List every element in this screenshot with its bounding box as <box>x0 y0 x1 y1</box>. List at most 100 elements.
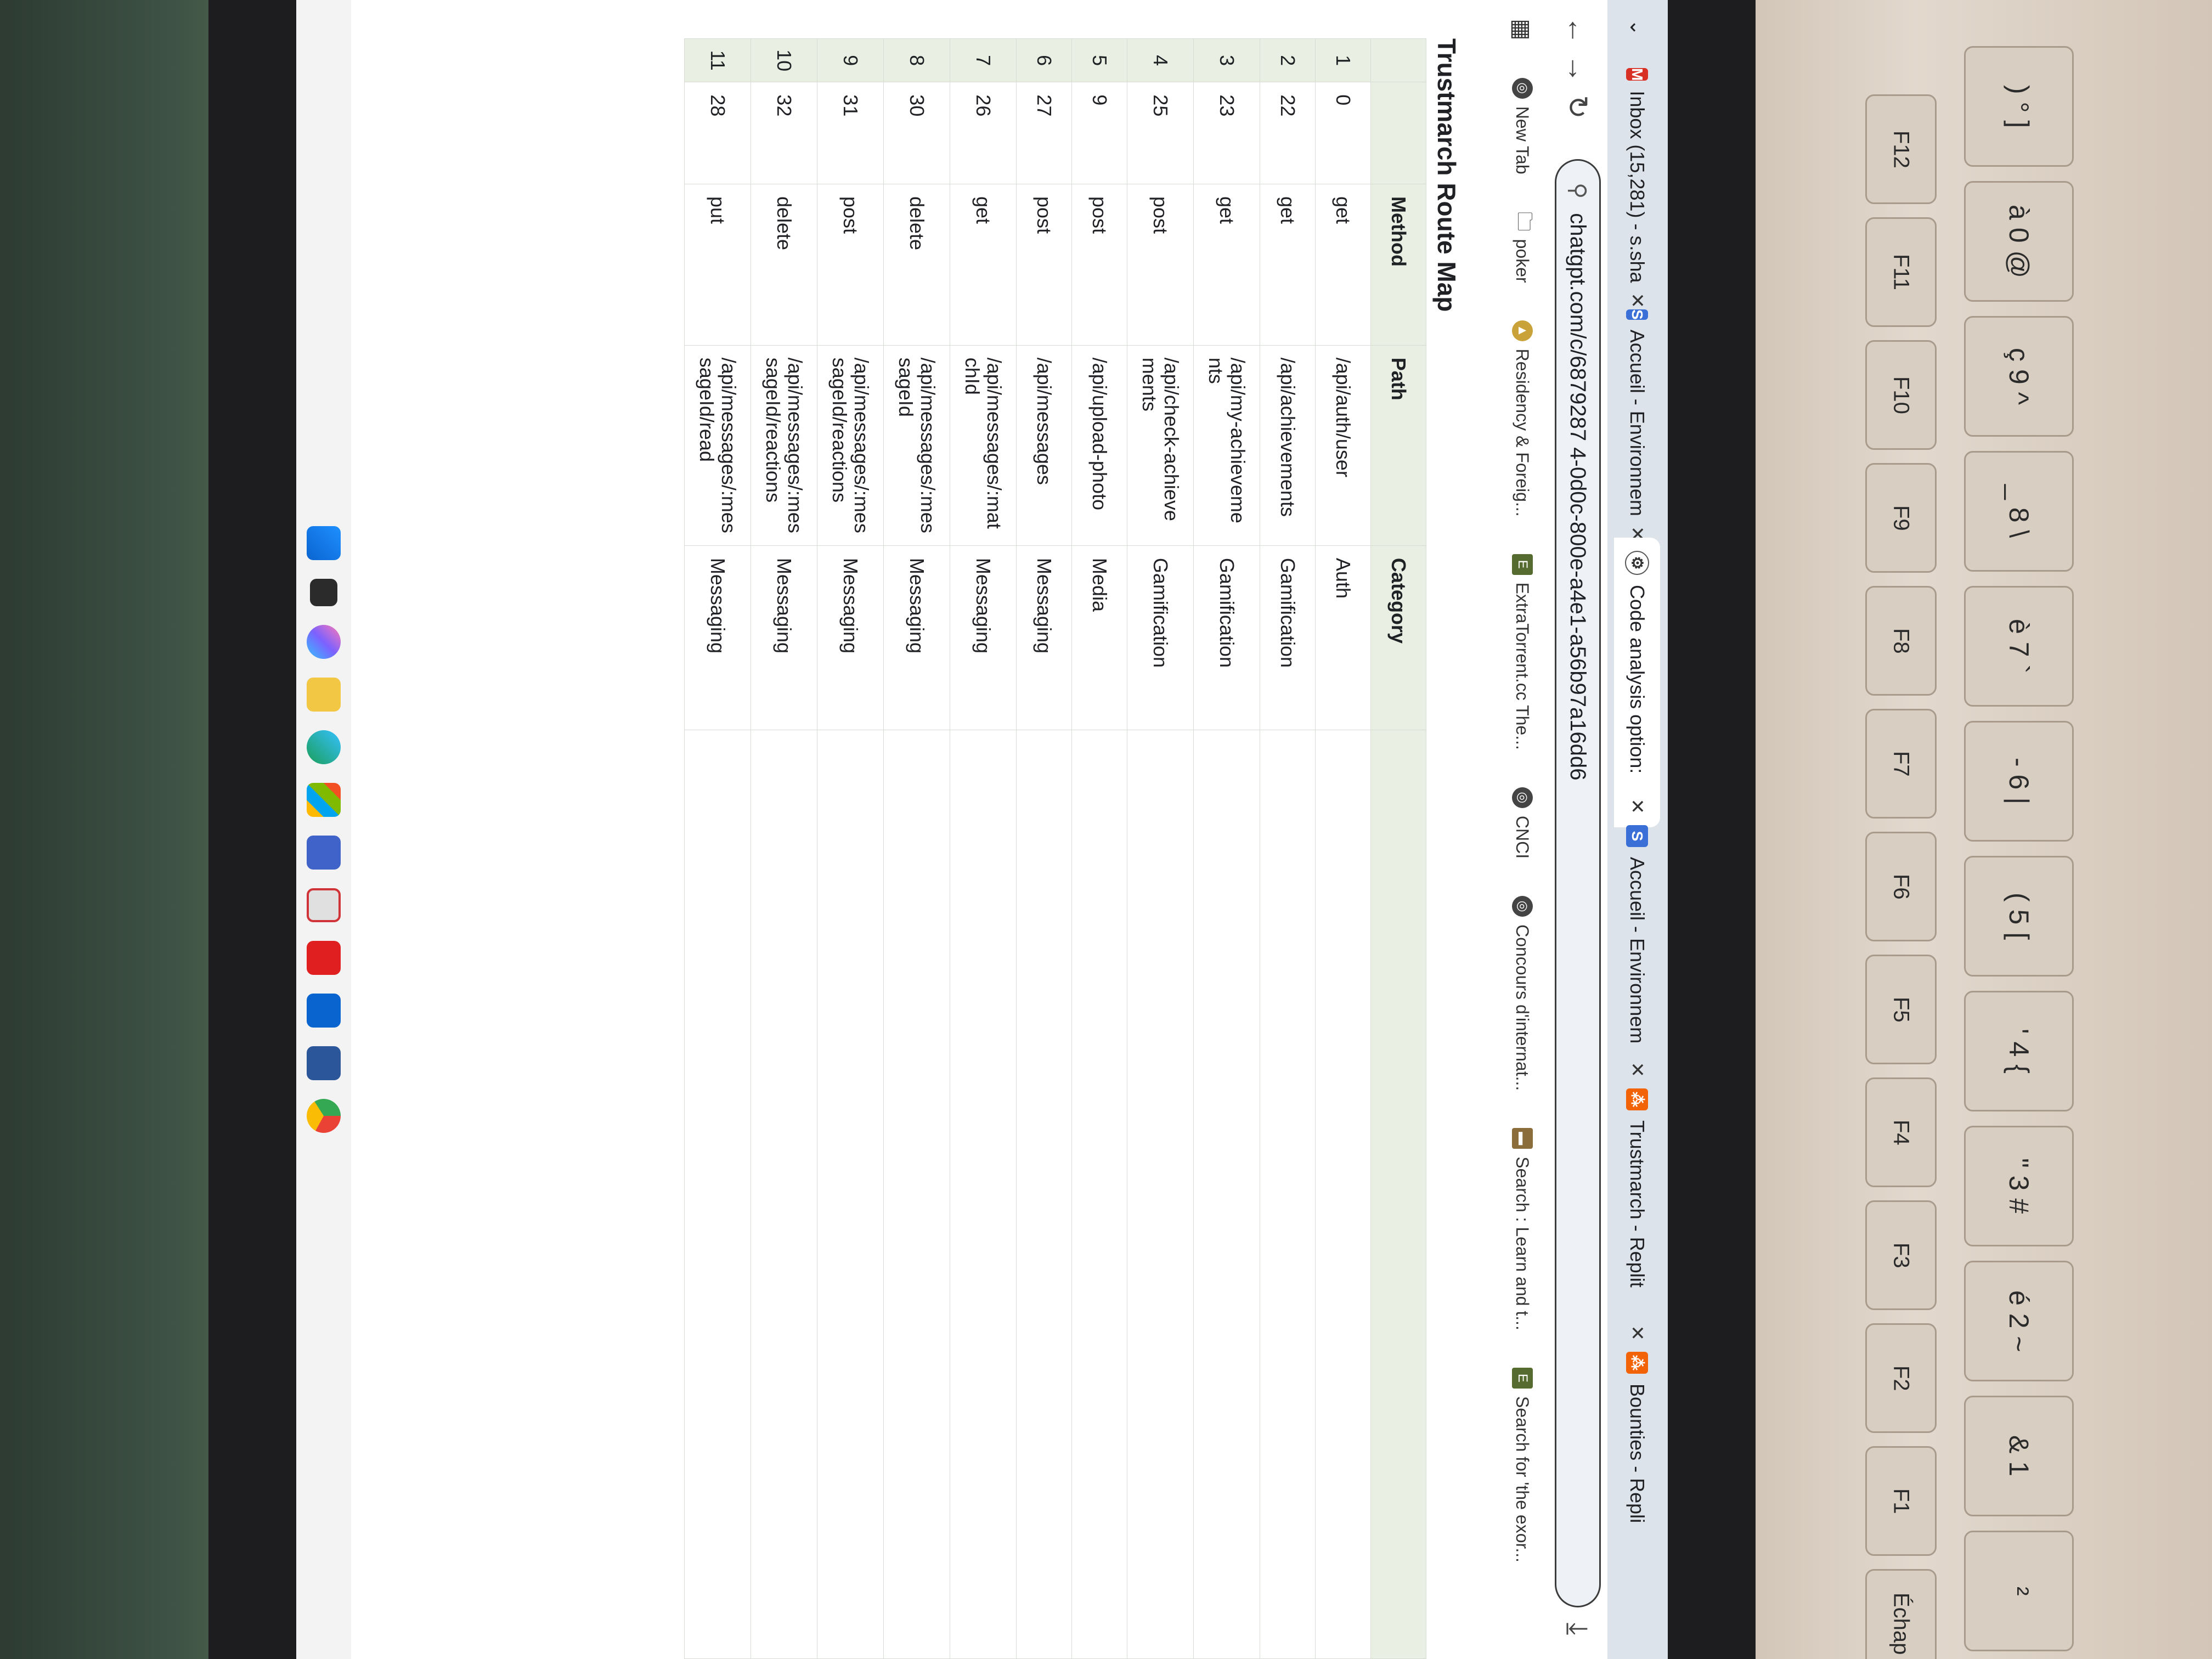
back-arrow-icon[interactable]: ← <box>1561 11 1594 49</box>
mcafee-icon[interactable] <box>307 888 341 922</box>
empty-cell[interactable] <box>1315 730 1371 1659</box>
row-number[interactable]: 3 <box>1193 38 1260 82</box>
apps-grid-button[interactable]: ▦ <box>1509 0 1536 59</box>
reload-icon[interactable]: ↻ <box>1561 88 1594 126</box>
copilot-icon[interactable] <box>307 625 341 659</box>
category-cell[interactable]: Messaging <box>950 545 1017 730</box>
windows-start-icon[interactable] <box>307 526 341 560</box>
file-explorer-icon[interactable] <box>307 678 341 712</box>
row-number[interactable]: 5 <box>1071 38 1127 82</box>
row-index[interactable]: 9 <box>1071 82 1127 184</box>
chrome-icon[interactable] <box>307 1099 341 1133</box>
empty-cell[interactable] <box>883 730 950 1659</box>
tab-search-button[interactable]: ⌄ <box>1614 11 1660 44</box>
tab-bounties-replit[interactable]: ⁂ Bounties - Repli <box>1614 1339 1660 1659</box>
path-cell[interactable]: /api/messages/:mat chId <box>950 345 1017 546</box>
path-cell[interactable]: /api/achievements <box>1260 345 1316 546</box>
word-icon[interactable] <box>307 1046 341 1080</box>
method-cell[interactable]: delete <box>883 184 950 346</box>
method-cell[interactable]: post <box>817 184 884 346</box>
empty-cell[interactable] <box>1260 730 1316 1659</box>
category-cell[interactable]: Auth <box>1315 545 1371 730</box>
method-cell[interactable]: get <box>1315 184 1371 346</box>
row-index[interactable]: 31 <box>817 82 884 184</box>
bookmark-extratorrent[interactable]: E ExtraTorrent.cc The... <box>1512 535 1533 769</box>
row-number[interactable]: 11 <box>684 38 751 82</box>
path-cell[interactable]: /api/messages/:mes sageId/reactions <box>817 345 884 546</box>
tab-accueil[interactable]: S Accueil - Environnem ✕ <box>1614 296 1660 553</box>
category-cell[interactable]: Messaging <box>883 545 950 730</box>
bookmark-residency[interactable]: ▲ Residency & Foreig... <box>1512 302 1533 535</box>
address-bar[interactable]: ⚲ chatgpt.com/c/6879287 4-0d0c-800e-a4e1… <box>1555 159 1601 1607</box>
row-index[interactable]: 0 <box>1315 82 1371 184</box>
path-cell[interactable]: /api/messages <box>1016 345 1072 546</box>
category-cell[interactable]: Gamification <box>1127 545 1194 730</box>
bookmark-new-tab[interactable]: ◎ New Tab <box>1512 59 1533 193</box>
empty-cell[interactable] <box>751 730 817 1659</box>
empty-cell[interactable] <box>817 730 884 1659</box>
task-view-icon[interactable] <box>310 579 337 606</box>
download-icon[interactable]: ⤓ <box>1561 1610 1594 1648</box>
method-cell[interactable]: put <box>684 184 751 346</box>
bookmark-concours[interactable]: ◎ Concours d'internat... <box>1512 877 1533 1109</box>
video-icon[interactable] <box>307 941 341 975</box>
method-cell[interactable]: get <box>1260 184 1316 346</box>
method-cell[interactable]: get <box>1193 184 1260 346</box>
method-cell[interactable]: post <box>1071 184 1127 346</box>
category-cell[interactable]: Gamification <box>1193 545 1260 730</box>
category-cell[interactable]: Messaging <box>817 545 884 730</box>
tab-inbox[interactable]: M Inbox (15,281) - s.sha ✕ <box>1614 55 1660 312</box>
empty-cell[interactable] <box>684 730 751 1659</box>
row-index[interactable]: 25 <box>1127 82 1194 184</box>
method-cell[interactable]: post <box>1016 184 1072 346</box>
category-cell[interactable]: Messaging <box>751 545 817 730</box>
path-cell[interactable]: /api/upload-photo <box>1071 345 1127 546</box>
row-index[interactable]: 32 <box>751 82 817 184</box>
method-cell[interactable]: delete <box>751 184 817 346</box>
row-number[interactable]: 1 <box>1315 38 1371 82</box>
path-cell[interactable]: /api/messages/:mes sageId <box>883 345 950 546</box>
method-cell[interactable]: post <box>1127 184 1194 346</box>
category-cell[interactable]: Gamification <box>1260 545 1316 730</box>
path-cell[interactable]: /api/my-achieveme nts <box>1193 345 1260 546</box>
path-cell[interactable]: /api/messages/:mes sageId/read <box>684 345 751 546</box>
edge-icon[interactable] <box>307 730 341 764</box>
empty-cell[interactable] <box>950 730 1017 1659</box>
row-number[interactable]: 2 <box>1260 38 1316 82</box>
tab-accueil-2[interactable]: S Accueil - Environnem ✕ <box>1614 812 1660 1091</box>
tab-code-analysis[interactable]: ⚙ Code analysis option: ✕ <box>1614 538 1660 827</box>
path-cell[interactable]: /api/auth/user <box>1315 345 1371 546</box>
row-number[interactable]: 6 <box>1016 38 1072 82</box>
row-index[interactable]: 26 <box>950 82 1017 184</box>
row-index[interactable]: 30 <box>883 82 950 184</box>
path-cell[interactable]: /api/check-achieve ments <box>1127 345 1194 546</box>
empty-cell[interactable] <box>1193 730 1260 1659</box>
bookmark-poker[interactable]: 🗀 poker <box>1506 193 1539 302</box>
tab-trustmarch-replit[interactable]: ⁂ Trustmarch - Replit ✕ <box>1614 1075 1660 1354</box>
category-cell[interactable]: Media <box>1071 545 1127 730</box>
empty-cell[interactable] <box>1127 730 1194 1659</box>
forward-arrow-icon[interactable]: → <box>1561 49 1594 88</box>
store-icon[interactable] <box>307 783 341 817</box>
row-index[interactable]: 27 <box>1016 82 1072 184</box>
row-index[interactable]: 28 <box>684 82 751 184</box>
globe-icon: ◎ <box>1512 77 1533 99</box>
path-cell[interactable]: /api/messages/:mes sageId/reactions <box>751 345 817 546</box>
bookmark-cnci[interactable]: ◎ CNCI <box>1512 769 1533 877</box>
row-index[interactable]: 22 <box>1260 82 1316 184</box>
empty-cell[interactable] <box>1071 730 1127 1659</box>
app-icon[interactable] <box>307 836 341 870</box>
category-cell[interactable]: Messaging <box>684 545 751 730</box>
outlook-icon[interactable] <box>307 994 341 1028</box>
empty-cell[interactable] <box>1016 730 1072 1659</box>
row-number[interactable]: 4 <box>1127 38 1194 82</box>
method-cell[interactable]: get <box>950 184 1017 346</box>
row-number[interactable]: 9 <box>817 38 884 82</box>
row-index[interactable]: 23 <box>1193 82 1260 184</box>
bookmark-search-exor[interactable]: E Search for 'the exor... <box>1512 1349 1533 1581</box>
row-number[interactable]: 10 <box>751 38 817 82</box>
row-number[interactable]: 7 <box>950 38 1017 82</box>
row-number[interactable]: 8 <box>883 38 950 82</box>
bookmark-search-learn[interactable]: ▬ Search : Learn and t... <box>1512 1109 1533 1349</box>
category-cell[interactable]: Messaging <box>1016 545 1072 730</box>
